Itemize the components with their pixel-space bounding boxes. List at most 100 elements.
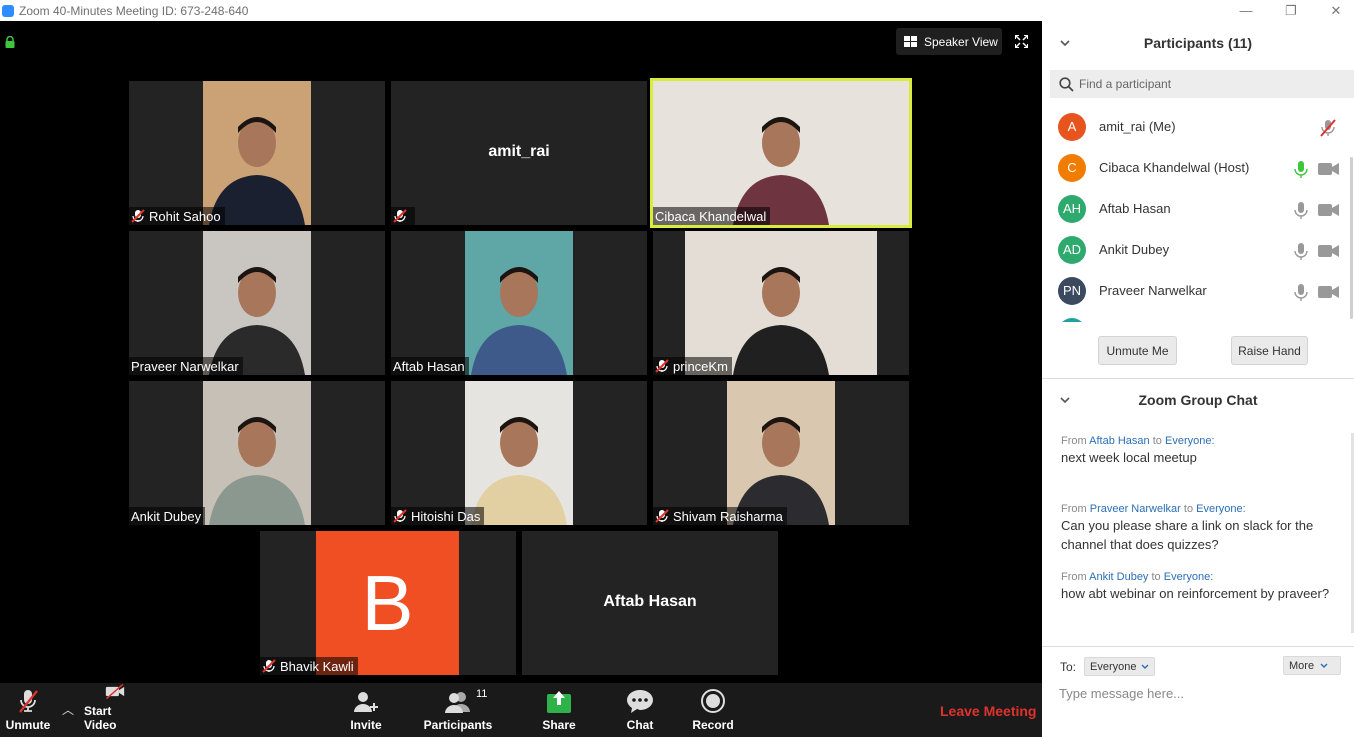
tile-name-label: princeKm: [673, 358, 728, 374]
avatar: PN: [1058, 276, 1086, 305]
chat-message-input[interactable]: Type message here...: [1059, 686, 1184, 701]
participant-controls: [1294, 200, 1340, 220]
participant-controls: [1294, 118, 1338, 138]
video-camera-icon[interactable]: [1318, 162, 1340, 176]
video-tile[interactable]: Cibaca Khandelwal: [650, 78, 912, 228]
recipient-dropdown[interactable]: Everyone: [1084, 657, 1155, 676]
recipient-row: To: Everyone: [1060, 657, 1155, 676]
side-panel: Participants (11) Find a participant Aam…: [1042, 21, 1354, 737]
participant-search-input[interactable]: Find a participant: [1050, 70, 1354, 98]
minimize-button[interactable]: —: [1223, 0, 1269, 21]
recipient-value: Everyone: [1090, 660, 1137, 673]
collapse-chevron-icon[interactable]: [1060, 395, 1070, 405]
video-tile[interactable]: B Bhavik Kawli: [260, 531, 516, 675]
person-silhouette: [209, 267, 305, 375]
tile-nameplate: Praveer Narwelkar: [129, 357, 243, 375]
person-silhouette: [471, 417, 567, 525]
person-silhouette: [471, 267, 567, 375]
chat-message: From Ankit Dubey to Everyone: how abt web…: [1061, 571, 1331, 603]
tile-nameplate: Ankit Dubey: [129, 507, 206, 525]
video-tile[interactable]: Rohit Sahoo: [129, 81, 385, 225]
microphone-icon[interactable]: [1294, 282, 1308, 302]
unmute-me-button[interactable]: Unmute Me: [1098, 336, 1177, 365]
camera-feed: [203, 81, 311, 225]
fullscreen-icon[interactable]: [1015, 35, 1028, 48]
microphone-muted-icon[interactable]: [1318, 118, 1338, 138]
microphone-icon[interactable]: [1294, 241, 1308, 261]
raise-hand-button[interactable]: Raise Hand: [1231, 336, 1308, 365]
video-tile[interactable]: Praveer Narwelkar: [129, 231, 385, 375]
to-word: to: [1183, 503, 1194, 515]
to-word: to: [1151, 571, 1161, 583]
participant-row[interactable]: PN Praveer Narwelkar: [1042, 270, 1354, 311]
participant-name: amit_rai (Me): [1099, 119, 1176, 134]
maximize-button[interactable]: ❐: [1268, 0, 1314, 21]
avatar: B: [316, 531, 459, 675]
chat-message-text: next week local meetup: [1061, 450, 1197, 465]
share-screen-icon: [547, 691, 571, 713]
tile-name-label: Ankit Dubey: [131, 508, 202, 524]
video-tile[interactable]: Aftab Hasan: [391, 231, 647, 375]
to-label: To:: [1060, 659, 1077, 674]
chat-title: Zoom Group Chat: [1138, 392, 1258, 408]
start-video-button[interactable]: Start Video: [84, 683, 146, 737]
close-button[interactable]: ✕: [1313, 0, 1354, 21]
participant-list: Aamit_rai (Me) C Cibaca Khandelwal (Host) A…: [1042, 106, 1354, 322]
invite-label: Invite: [350, 718, 382, 732]
microphone-muted-icon: [262, 659, 276, 673]
invite-button[interactable]: Invite: [343, 683, 389, 737]
participants-count-badge: 11: [476, 688, 488, 700]
video-tile[interactable]: Shivam Raisharma: [653, 381, 909, 525]
recipient-name: Everyone:: [1164, 435, 1215, 447]
video-camera-icon[interactable]: [1318, 285, 1340, 299]
record-button[interactable]: Record: [692, 683, 734, 737]
microphone-icon[interactable]: [1294, 200, 1308, 220]
from-label: From: [1061, 571, 1087, 583]
sender-name[interactable]: Ankit Dubey: [1089, 571, 1148, 583]
window-title: Zoom 40-Minutes Meeting ID: 673-248-640: [19, 3, 249, 18]
participant-controls: [1294, 241, 1340, 261]
chat-button[interactable]: Chat: [622, 683, 658, 737]
avatar: A: [1058, 112, 1086, 141]
chevron-down-icon: [1320, 663, 1328, 668]
microphone-icon[interactable]: [1294, 159, 1308, 179]
video-camera-icon[interactable]: [1318, 244, 1340, 258]
chat-message-meta: From Aftab Hasan to Everyone:: [1061, 435, 1331, 447]
more-dropdown[interactable]: More: [1283, 656, 1341, 675]
participant-row[interactable]: C Cibaca Khandelwal (Host): [1042, 147, 1354, 188]
collapse-chevron-icon[interactable]: [1060, 38, 1070, 48]
speaker-view-button[interactable]: Speaker View: [896, 28, 1002, 55]
record-icon: [701, 689, 725, 713]
tile-nameplate: Bhavik Kawli: [260, 657, 358, 675]
sender-name[interactable]: Aftab Hasan: [1089, 435, 1150, 447]
video-tile[interactable]: amit_rai: [391, 81, 647, 225]
video-camera-icon[interactable]: [1318, 203, 1340, 217]
audio-options-chevron-icon[interactable]: ︿: [62, 701, 74, 718]
leave-meeting-button[interactable]: Leave Meeting: [940, 703, 1036, 719]
person-silhouette: [733, 267, 829, 375]
unmute-button[interactable]: Unmute: [4, 683, 52, 737]
video-tile[interactable]: princeKm: [653, 231, 909, 375]
start-video-label: Start Video: [84, 704, 117, 732]
participants-label: Participants: [423, 718, 493, 732]
participant-row[interactable]: Aamit_rai (Me): [1042, 106, 1354, 147]
tile-nameplate: Cibaca Khandelwal: [653, 207, 771, 225]
participant-row[interactable]: AH Aftab Hasan: [1042, 188, 1354, 229]
participant-list-scrollbar[interactable]: [1350, 157, 1353, 319]
recipient-name: Everyone:: [1196, 503, 1246, 515]
tile-name-label: Praveer Narwelkar: [131, 358, 239, 374]
video-tile[interactable]: Hitoishi Das: [391, 381, 647, 525]
share-button[interactable]: Share: [538, 683, 580, 737]
video-tile[interactable]: Ankit Dubey: [129, 381, 385, 525]
microphone-muted-icon: [655, 359, 669, 373]
sender-name[interactable]: Praveer Narwelkar: [1090, 503, 1181, 515]
chevron-down-icon: [1141, 664, 1148, 669]
participant-name: Aftab Hasan: [1099, 201, 1171, 216]
chat-message-meta: From Praveer Narwelkar to Everyone:: [1061, 503, 1331, 515]
lock-icon[interactable]: [5, 36, 15, 48]
tile-name-label: Aftab Hasan: [393, 358, 465, 374]
video-tile[interactable]: Aftab Hasan: [522, 531, 778, 675]
avatar: AD: [1058, 235, 1086, 264]
participant-display-name: amit_rai: [488, 143, 550, 160]
participant-row[interactable]: AD Ankit Dubey: [1042, 229, 1354, 270]
